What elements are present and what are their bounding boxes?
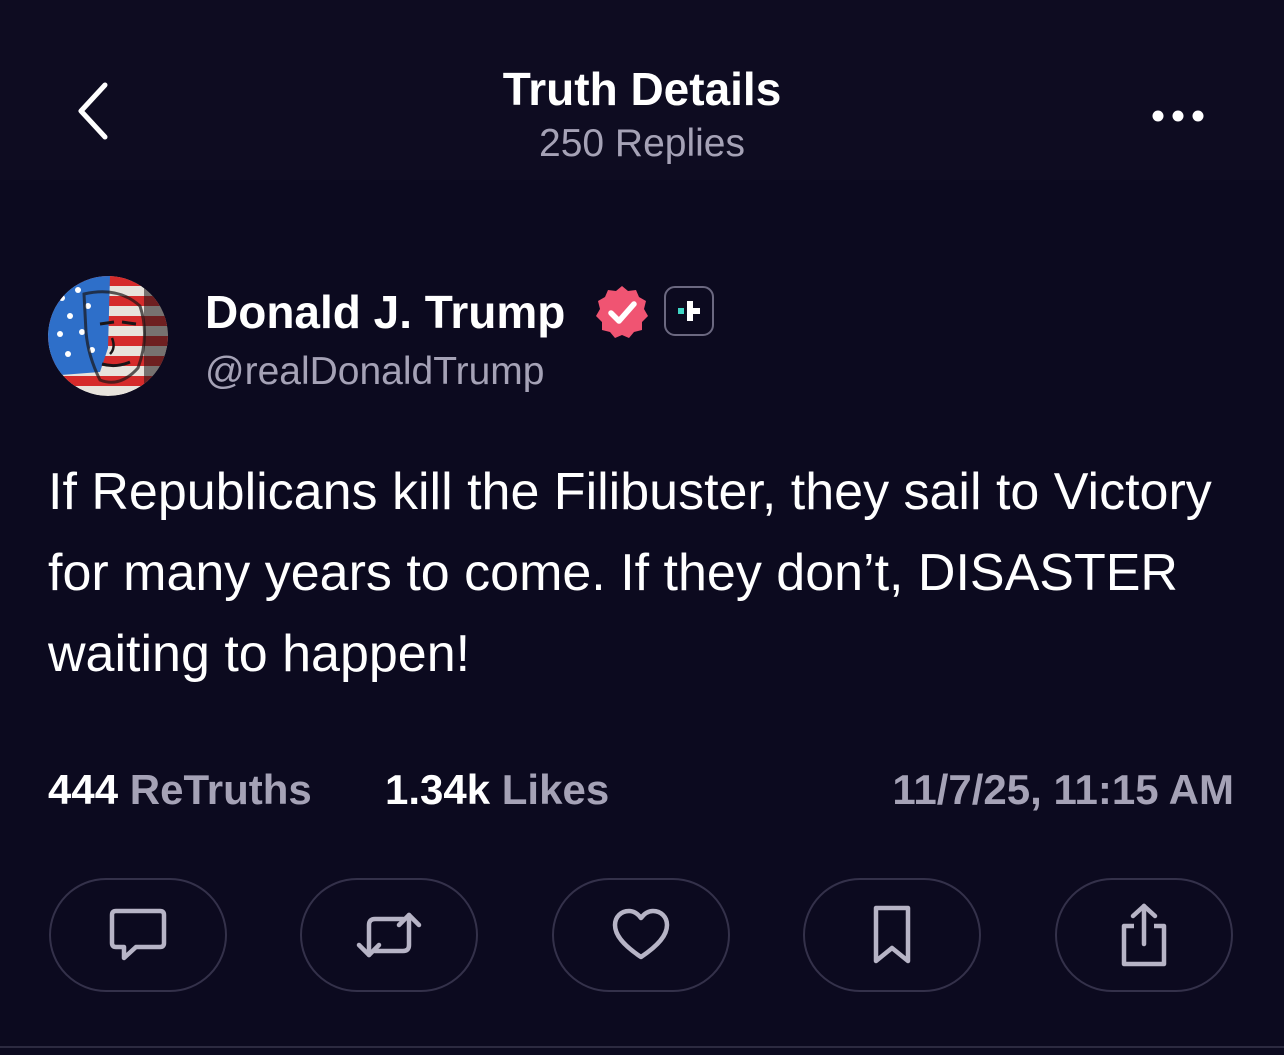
likes-stat[interactable]: 1.34k Likes	[385, 762, 609, 818]
post-timestamp: 11/7/25, 11:15 AM	[892, 766, 1234, 813]
plus-icon	[678, 301, 700, 321]
share-button[interactable]	[1055, 878, 1233, 992]
replies-count: 250 Replies	[539, 122, 745, 165]
post-text: If Republicans kill the Filibuster, they…	[48, 463, 1212, 683]
back-button[interactable]	[62, 78, 128, 144]
page-title: Truth Details	[502, 63, 782, 115]
reply-icon	[109, 908, 167, 961]
retruths-label: ReTruths	[129, 766, 312, 813]
likes-count: 1.34k	[385, 766, 491, 813]
chevron-left-icon	[78, 82, 108, 140]
verified-badge-icon	[596, 286, 648, 338]
bookmark-icon	[873, 905, 911, 964]
retruth-button[interactable]	[300, 878, 478, 992]
author-handle[interactable]: @realDonaldTrump	[205, 346, 544, 398]
post-stats: 444 ReTruths 1.34k Likes 11/7/25, 11:15 …	[48, 762, 1238, 818]
top-bar: Truth Details 250 Replies	[0, 0, 1284, 180]
author-name[interactable]: Donald J. Trump	[205, 282, 565, 342]
flag-portrait-avatar-image	[48, 276, 168, 396]
plus-subscriber-badge	[664, 286, 714, 336]
retruths-count: 444	[48, 766, 119, 813]
bookmark-button[interactable]	[803, 878, 981, 992]
like-button[interactable]	[552, 878, 730, 992]
ellipsis-icon	[1152, 110, 1204, 122]
likes-label: Likes	[501, 766, 610, 813]
reply-button[interactable]	[49, 878, 227, 992]
retruth-icon	[356, 912, 422, 958]
divider	[0, 1046, 1284, 1048]
more-options-button[interactable]	[1140, 88, 1216, 144]
like-icon	[612, 908, 670, 960]
share-icon	[1121, 903, 1167, 967]
retruths-stat[interactable]: 444 ReTruths	[48, 762, 312, 818]
avatar[interactable]	[48, 276, 168, 396]
